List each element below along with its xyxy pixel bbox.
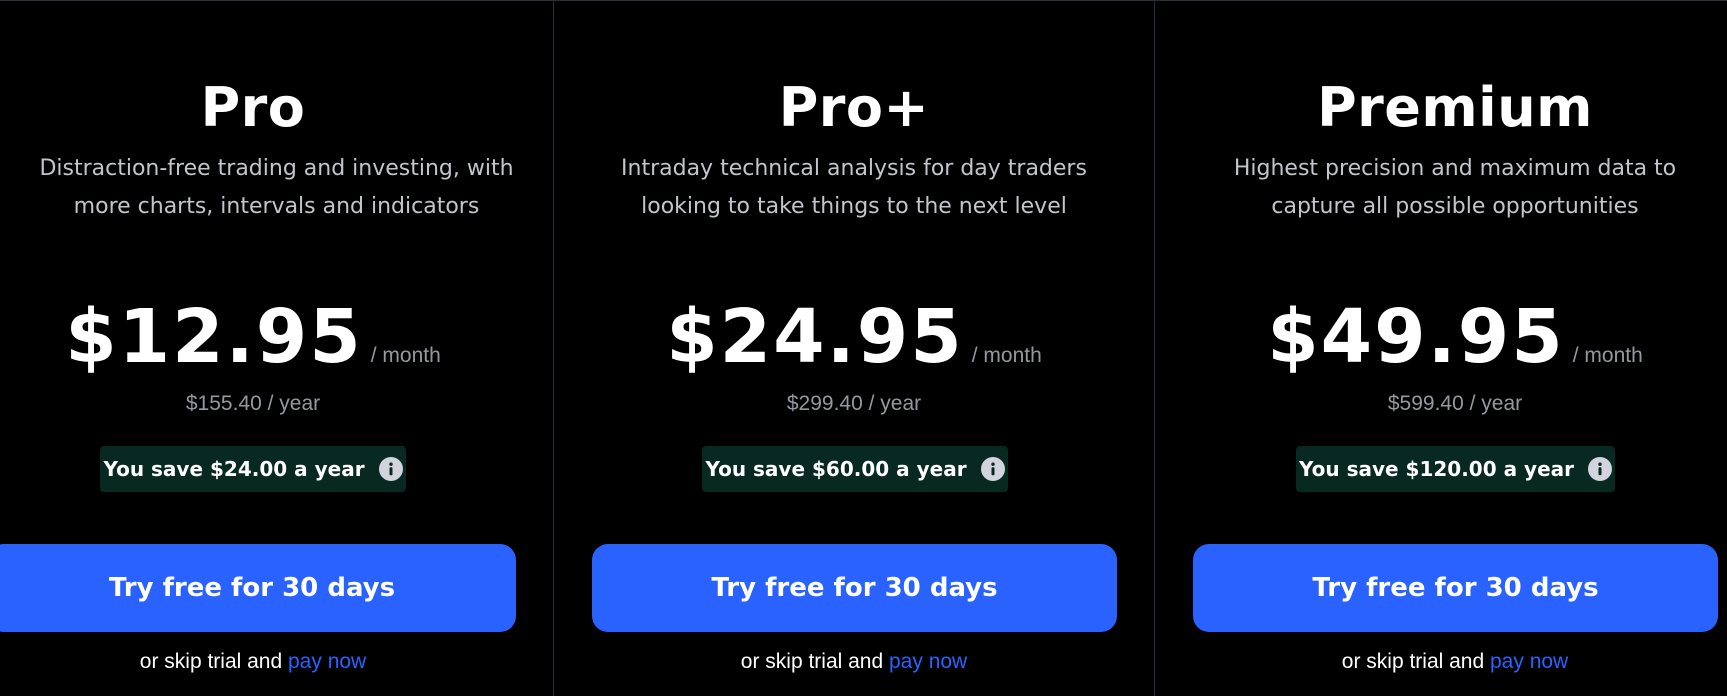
savings-text: You save $60.00 a year — [705, 457, 967, 481]
price-row: $12.95 / month — [0, 292, 506, 382]
plan-description-line: looking to take things to the next level — [641, 194, 1067, 219]
skip-trial-text: or skip trial and — [740, 650, 889, 673]
info-icon[interactable] — [1588, 457, 1613, 481]
per-month-label: / month — [971, 344, 1042, 367]
plan-name: Pro — [200, 76, 306, 139]
try-free-button[interactable]: Try free for 30 days — [592, 544, 1117, 632]
try-free-button[interactable]: Try free for 30 days — [0, 544, 516, 632]
plan-card-premium: Premium Highest precision and maximum da… — [1155, 0, 1727, 696]
yearly-price: $599.40 / year — [1387, 392, 1523, 415]
plan-description-line: Distraction-free trading and investing, … — [39, 156, 514, 181]
plan-description: Distraction-free trading and investing, … — [24, 150, 530, 226]
price-row: $24.95 / month — [554, 292, 1154, 382]
skip-trial-text: or skip trial and — [1341, 650, 1490, 673]
savings-text: You save $24.00 a year — [103, 457, 365, 481]
yearly-price: $299.40 / year — [786, 392, 922, 415]
plan-card-pro: Pro Distraction-free trading and investi… — [0, 0, 553, 696]
plan-description: Highest precision and maximum data to ca… — [1155, 150, 1727, 226]
skip-trial-row: or skip trial and pay now — [554, 650, 1154, 674]
pay-now-link[interactable]: pay now — [1490, 650, 1568, 673]
info-icon[interactable] — [980, 457, 1005, 481]
skip-trial-row: or skip trial and pay now — [0, 650, 506, 674]
savings-text: You save $120.00 a year — [1298, 457, 1575, 481]
skip-trial-text: or skip trial and — [139, 650, 288, 673]
plan-description-line: Highest precision and maximum data to — [1233, 156, 1677, 181]
pricing-plans: Pro Distraction-free trading and investi… — [0, 0, 1727, 696]
monthly-price: $12.95 — [65, 294, 363, 380]
plan-description-line: capture all possible opportunities — [1271, 194, 1639, 219]
plan-description: Intraday technical analysis for day trad… — [554, 150, 1154, 226]
plan-name: Pro+ — [778, 76, 930, 139]
savings-badge: You save $120.00 a year — [1296, 446, 1615, 492]
plan-name: Premium — [1317, 76, 1593, 139]
per-month-label: / month — [370, 344, 441, 367]
per-month-label: / month — [1572, 344, 1643, 367]
info-icon[interactable] — [378, 457, 403, 481]
savings-badge: You save $24.00 a year — [100, 446, 406, 492]
plan-description-line: more charts, intervals and indicators — [73, 194, 480, 219]
price-row: $49.95 / month — [1155, 292, 1727, 382]
pay-now-link[interactable]: pay now — [889, 650, 967, 673]
plan-card-pro-plus: Pro+ Intraday technical analysis for day… — [554, 0, 1154, 696]
yearly-price: $155.40 / year — [185, 392, 321, 415]
monthly-price: $24.95 — [666, 294, 964, 380]
plan-description-line: Intraday technical analysis for day trad… — [621, 156, 1087, 181]
savings-badge: You save $60.00 a year — [702, 446, 1008, 492]
skip-trial-row: or skip trial and pay now — [1155, 650, 1727, 674]
monthly-price: $49.95 — [1267, 294, 1565, 380]
pay-now-link[interactable]: pay now — [288, 650, 366, 673]
try-free-button[interactable]: Try free for 30 days — [1193, 544, 1718, 632]
